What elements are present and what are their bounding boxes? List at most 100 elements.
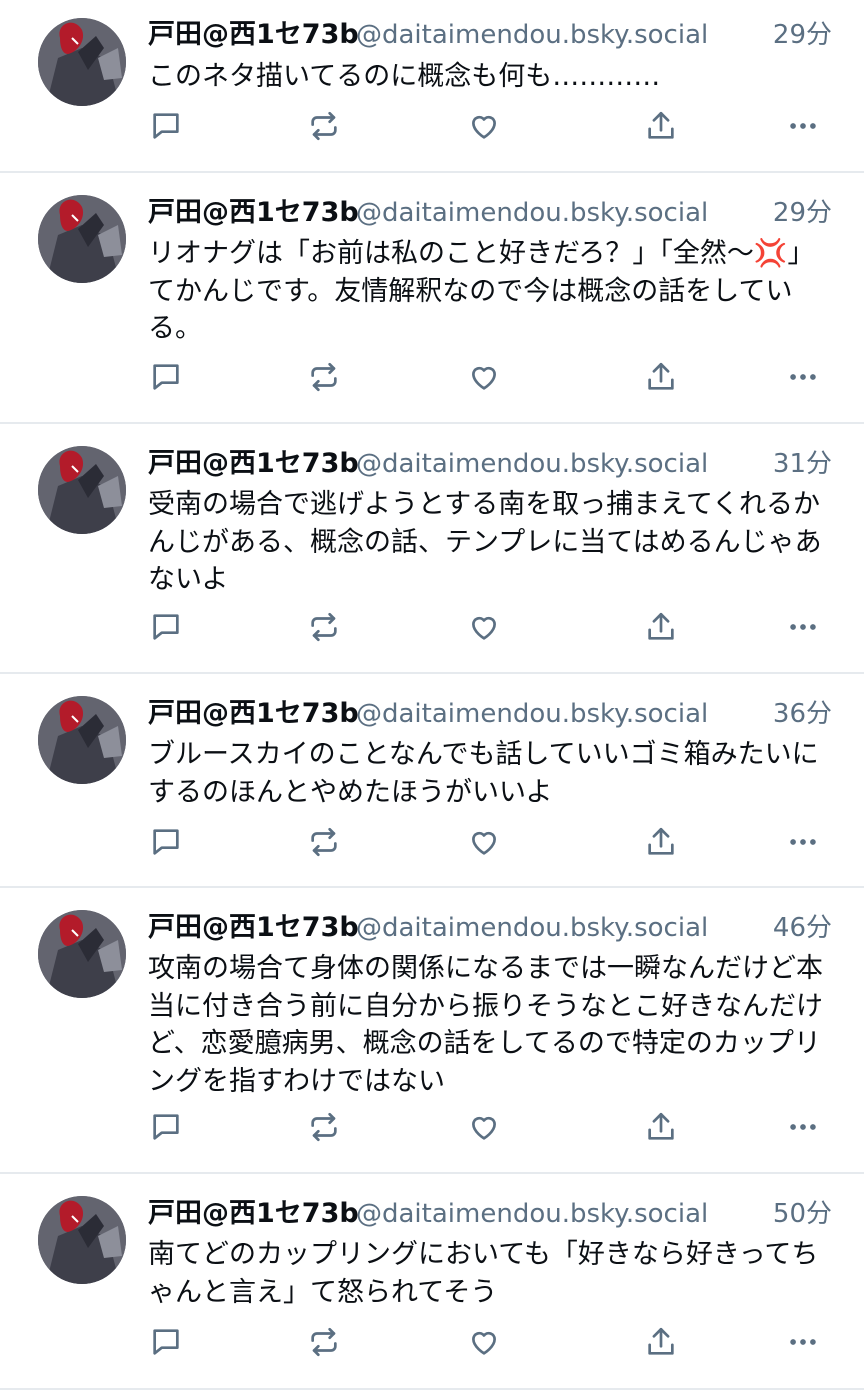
post-actions <box>146 357 836 397</box>
reply-button[interactable] <box>146 1322 186 1362</box>
author-handle[interactable]: @daitaimendou.bsky.social <box>356 17 708 53</box>
repost-icon <box>307 825 341 859</box>
reply-button[interactable] <box>146 822 186 862</box>
avatar[interactable] <box>38 1196 126 1284</box>
comment-icon <box>149 1110 183 1144</box>
repost-icon <box>307 360 341 394</box>
heart-icon <box>467 1325 501 1359</box>
share-icon <box>644 825 678 859</box>
repost-button[interactable] <box>304 106 344 146</box>
share-icon <box>644 1110 678 1144</box>
comment-icon <box>149 360 183 394</box>
heart-icon <box>467 360 501 394</box>
reply-button[interactable] <box>146 357 186 397</box>
post-timestamp[interactable]: 46分 <box>773 910 832 946</box>
post-text: ブルースカイのことなんでも話していいゴミ箱みたいにするのほんとやめたほうがいいよ <box>148 739 819 808</box>
share-icon <box>644 610 678 644</box>
post-item[interactable]: 戸田@西1セ73b @daitaimendou.bsky.social 29分 … <box>0 0 864 173</box>
post-item[interactable]: 戸田@西1セ73b @daitaimendou.bsky.social 46分 … <box>0 888 864 1174</box>
post-timestamp[interactable]: 36分 <box>773 696 832 732</box>
like-button[interactable] <box>464 106 504 146</box>
author-name[interactable]: 戸田@西1セ73b <box>148 696 359 732</box>
repost-button[interactable] <box>304 822 344 862</box>
share-button[interactable] <box>641 822 681 862</box>
avatar[interactable] <box>38 446 126 534</box>
post-actions <box>146 822 836 862</box>
post-feed: 戸田@西1セ73b @daitaimendou.bsky.social 29分 … <box>0 0 864 1390</box>
share-icon <box>644 1325 678 1359</box>
reply-button[interactable] <box>146 106 186 146</box>
repost-icon <box>307 1110 341 1144</box>
share-button[interactable] <box>641 1322 681 1362</box>
more-dots-icon <box>786 1325 820 1359</box>
post-actions <box>146 1107 836 1147</box>
post-actions <box>146 607 836 647</box>
repost-button[interactable] <box>304 607 344 647</box>
author-handle[interactable]: @daitaimendou.bsky.social <box>356 195 708 231</box>
heart-icon <box>467 825 501 859</box>
more-options-button[interactable] <box>783 1107 823 1147</box>
post-timestamp[interactable]: 29分 <box>773 195 832 231</box>
author-handle[interactable]: @daitaimendou.bsky.social <box>356 1196 708 1232</box>
repost-icon <box>307 610 341 644</box>
comment-icon <box>149 109 183 143</box>
avatar[interactable] <box>38 696 126 784</box>
more-dots-icon <box>786 825 820 859</box>
author-name[interactable]: 戸田@西1セ73b <box>148 195 359 231</box>
more-options-button[interactable] <box>783 822 823 862</box>
author-handle[interactable]: @daitaimendou.bsky.social <box>356 696 708 732</box>
more-options-button[interactable] <box>783 607 823 647</box>
post-timestamp[interactable]: 50分 <box>773 1196 832 1232</box>
like-button[interactable] <box>464 822 504 862</box>
post-timestamp[interactable]: 31分 <box>773 446 832 482</box>
share-button[interactable] <box>641 607 681 647</box>
author-name[interactable]: 戸田@西1セ73b <box>148 446 359 482</box>
author-name[interactable]: 戸田@西1セ73b <box>148 17 359 53</box>
post-timestamp[interactable]: 29分 <box>773 17 832 53</box>
share-button[interactable] <box>641 106 681 146</box>
heart-icon <box>467 109 501 143</box>
like-button[interactable] <box>464 607 504 647</box>
repost-button[interactable] <box>304 357 344 397</box>
repost-button[interactable] <box>304 1322 344 1362</box>
more-dots-icon <box>786 360 820 394</box>
post-item[interactable]: 戸田@西1セ73b @daitaimendou.bsky.social 50分 … <box>0 1174 864 1390</box>
reply-button[interactable] <box>146 607 186 647</box>
author-handle[interactable]: @daitaimendou.bsky.social <box>356 910 708 946</box>
author-name[interactable]: 戸田@西1セ73b <box>148 1196 359 1232</box>
share-button[interactable] <box>641 1107 681 1147</box>
like-button[interactable] <box>464 357 504 397</box>
post-item[interactable]: 戸田@西1セ73b @daitaimendou.bsky.social 31分 … <box>0 424 864 674</box>
like-button[interactable] <box>464 1322 504 1362</box>
more-options-button[interactable] <box>783 1322 823 1362</box>
comment-icon <box>149 1325 183 1359</box>
post-text: このネタ描いてるのに概念も何も………… <box>148 61 661 92</box>
more-options-button[interactable] <box>783 106 823 146</box>
reply-button[interactable] <box>146 1107 186 1147</box>
post-item[interactable]: 戸田@西1セ73b @daitaimendou.bsky.social 36分 … <box>0 674 864 888</box>
post-item[interactable]: 戸田@西1セ73b @daitaimendou.bsky.social 29分 … <box>0 173 864 424</box>
avatar[interactable] <box>38 18 126 106</box>
author-name[interactable]: 戸田@西1セ73b <box>148 910 359 946</box>
share-icon <box>644 360 678 394</box>
comment-icon <box>149 610 183 644</box>
more-dots-icon <box>786 109 820 143</box>
share-button[interactable] <box>641 357 681 397</box>
repost-icon <box>307 1325 341 1359</box>
like-button[interactable] <box>464 1107 504 1147</box>
avatar[interactable] <box>38 195 126 283</box>
heart-icon <box>467 1110 501 1144</box>
post-actions <box>146 106 836 146</box>
author-handle[interactable]: @daitaimendou.bsky.social <box>356 446 708 482</box>
more-options-button[interactable] <box>783 357 823 397</box>
avatar[interactable] <box>38 910 126 998</box>
comment-icon <box>149 825 183 859</box>
repost-button[interactable] <box>304 1107 344 1147</box>
post-text: 南てどのカップリングにおいても「好きなら好きってちゃんと言え」て怒られてそう <box>148 1239 819 1308</box>
more-dots-icon <box>786 1110 820 1144</box>
post-text: リオナグは「お前は私のこと好きだろ？」「全然〜💢」 てかんじです。友情解釈なので… <box>148 238 815 344</box>
more-dots-icon <box>786 610 820 644</box>
repost-icon <box>307 109 341 143</box>
share-icon <box>644 109 678 143</box>
post-text: 受南の場合で逃げようとする南を取っ捕まえてくれるかんじがある、概念の話、テンプレ… <box>148 489 822 595</box>
